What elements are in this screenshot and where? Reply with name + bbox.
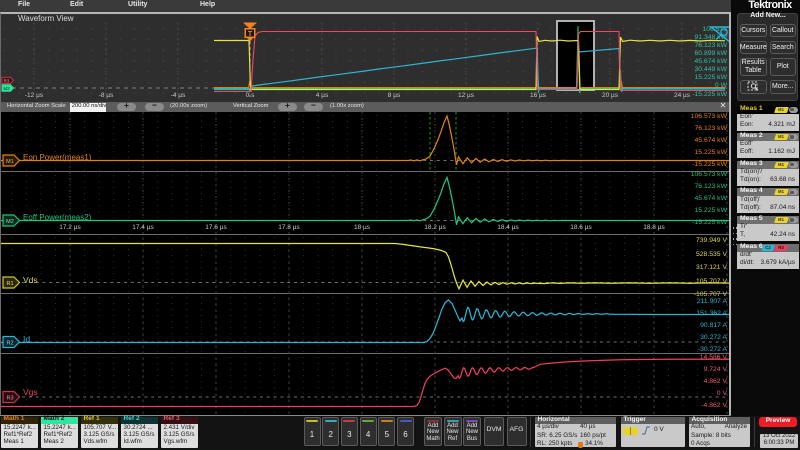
svg-text:R2: R2 (6, 340, 13, 346)
svg-text:R3: R3 (6, 395, 13, 401)
svg-text:M1: M1 (6, 159, 14, 165)
svg-text:R1: R1 (6, 281, 13, 287)
svg-text:M2: M2 (6, 219, 14, 225)
svg-text:M2: M2 (3, 86, 10, 91)
svg-text:R3: R3 (4, 78, 10, 83)
svg-text:T: T (248, 31, 253, 38)
